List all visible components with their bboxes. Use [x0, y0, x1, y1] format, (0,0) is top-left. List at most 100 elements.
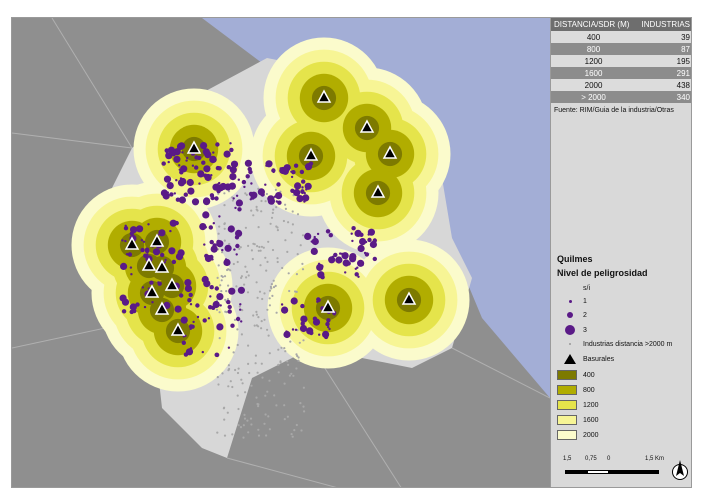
- industry-point: [217, 166, 222, 171]
- industry-point: [357, 244, 365, 253]
- industry-point: [223, 258, 231, 267]
- table-header: DISTANCIA/SDR (M) INDUSTRIAS: [551, 18, 691, 31]
- industry-point: [367, 228, 375, 236]
- industry-point: [175, 179, 178, 182]
- industry-point: [214, 286, 219, 291]
- industry-point: [228, 182, 236, 190]
- industry-point: [320, 275, 325, 280]
- industry-point: [171, 152, 176, 157]
- industry-point: [180, 316, 188, 324]
- industry-point: [304, 232, 312, 240]
- industry-point: [119, 294, 127, 302]
- industry-point: [291, 328, 295, 331]
- industry-point: [201, 160, 206, 165]
- industry-point: [186, 178, 194, 187]
- industry-point: [300, 303, 305, 309]
- industry-point: [218, 215, 221, 218]
- industry-point: [214, 196, 219, 201]
- industry-point: [344, 271, 347, 274]
- industry-point: [216, 293, 224, 301]
- industry-point: [235, 253, 238, 256]
- industry-point: [177, 249, 185, 257]
- industry-point: [189, 327, 192, 331]
- industry-point: [230, 323, 235, 328]
- industry-point: [178, 164, 181, 167]
- industry-point: [161, 161, 166, 166]
- industry-point: [325, 321, 330, 327]
- triangle-icon: [564, 354, 576, 364]
- industry-point: [351, 226, 356, 231]
- industry-point: [234, 206, 237, 210]
- industry-point: [184, 279, 192, 287]
- industry-point: [216, 323, 224, 331]
- industry-point: [123, 226, 129, 231]
- industry-point: [221, 248, 224, 252]
- industry-point: [167, 160, 170, 164]
- industry-point: [141, 286, 145, 289]
- industry-point: [212, 222, 215, 225]
- industry-point: [312, 316, 318, 321]
- industry-point: [276, 182, 281, 187]
- industry-point: [241, 179, 247, 185]
- industry-point: [342, 259, 350, 267]
- industry-point: [247, 166, 252, 172]
- industry-point: [130, 273, 133, 276]
- industry-point: [216, 239, 221, 245]
- source-note: Fuente: RIM/Guia de la industria/Otras: [554, 107, 674, 114]
- industry-point: [316, 300, 319, 303]
- industry-point: [290, 297, 298, 305]
- industry-point: [237, 178, 240, 181]
- industry-point: [194, 155, 199, 160]
- industry-point: [212, 243, 217, 248]
- industry-point: [293, 189, 301, 197]
- industry-point: [207, 317, 211, 320]
- industry-point: [187, 298, 192, 303]
- industry-point: [140, 247, 145, 253]
- industry-point: [349, 253, 357, 261]
- industry-point: [143, 253, 148, 258]
- industry-point: [335, 256, 343, 264]
- industry-point: [317, 262, 321, 265]
- scale-bar: 1,5 0,75 0 1,5 Km: [563, 456, 665, 480]
- legend-dumps: Basurales: [557, 353, 614, 365]
- table-row: 400 39: [551, 31, 691, 43]
- industry-point: [212, 183, 220, 191]
- industry-point: [304, 182, 312, 190]
- industry-point: [237, 207, 242, 212]
- industry-point: [127, 252, 133, 257]
- industry-point: [280, 303, 284, 306]
- industry-point: [211, 305, 216, 310]
- industry-point: [136, 225, 144, 233]
- industry-point: [243, 185, 246, 189]
- industry-point: [264, 183, 267, 186]
- industry-point: [185, 159, 188, 162]
- legend-buffer-1600: 1600: [557, 414, 599, 426]
- industry-point: [232, 197, 235, 200]
- industry-point: [183, 192, 188, 197]
- industry-point: [164, 258, 167, 262]
- industry-point: [162, 192, 170, 200]
- industry-point: [151, 301, 154, 304]
- legend-level-si: s/i: [583, 284, 590, 292]
- industry-point: [197, 170, 205, 178]
- industry-point: [354, 267, 357, 270]
- industry-point: [275, 192, 283, 200]
- industry-point: [132, 308, 137, 314]
- far-industry-dot-icon: [569, 343, 571, 345]
- map-frame: DISTANCIA/SDR (M) INDUSTRIAS 400 39 800 87…: [11, 17, 692, 488]
- industry-point: [209, 254, 214, 260]
- industry-point: [239, 303, 242, 306]
- industry-point: [226, 299, 231, 305]
- industry-point: [215, 142, 220, 147]
- industry-point: [245, 174, 250, 179]
- level-2-dot-icon: [567, 312, 573, 318]
- industry-point: [316, 232, 320, 236]
- industry-point: [300, 189, 305, 194]
- industry-point: [364, 240, 368, 244]
- table-row: 1600 291: [551, 67, 691, 79]
- industry-point: [294, 328, 298, 331]
- industry-point: [202, 318, 207, 323]
- industry-point: [196, 315, 200, 319]
- industry-point: [250, 182, 253, 185]
- industry-point: [219, 304, 222, 307]
